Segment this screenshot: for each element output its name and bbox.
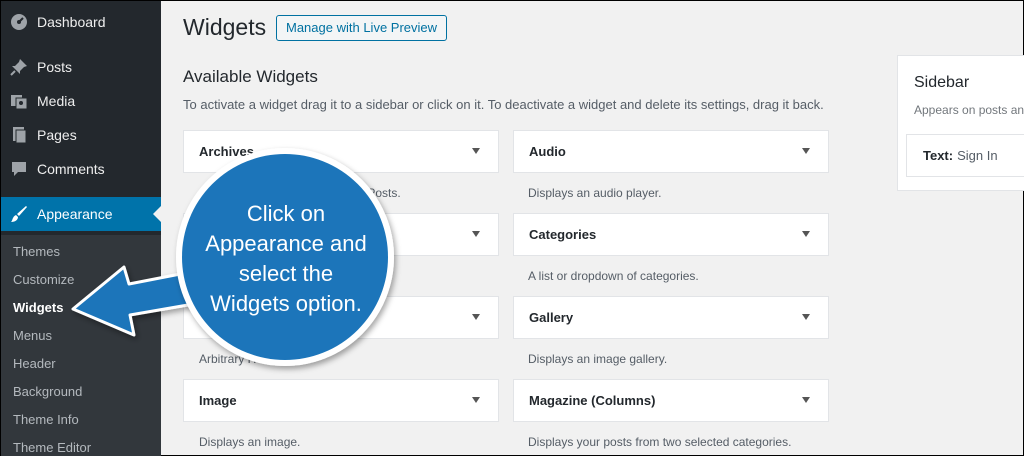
admin-sidebar: Dashboard Posts Media Pages Comments App…	[1, 1, 161, 456]
chevron-down-icon[interactable]	[802, 148, 810, 154]
widget-title: Categories	[529, 227, 597, 242]
chevron-down-icon[interactable]	[802, 314, 810, 320]
sidebar-widget-title: Sign In	[957, 148, 998, 163]
callout-line: Click on	[246, 201, 326, 226]
chevron-down-icon[interactable]	[472, 148, 480, 154]
sidebar-widget-type: Text:	[923, 148, 954, 163]
submenu-customize[interactable]: Customize	[13, 270, 74, 290]
widget-audio-desc: Displays an audio player.	[528, 186, 662, 200]
brush-icon	[9, 204, 29, 224]
comment-icon	[9, 159, 29, 179]
live-preview-button[interactable]: Manage with Live Preview	[276, 15, 448, 41]
page-title: Widgets	[183, 14, 267, 40]
submenu-background[interactable]: Background	[13, 382, 82, 402]
menu-pages[interactable]: Pages	[1, 118, 161, 152]
pages-icon	[9, 125, 29, 145]
pin-icon	[9, 57, 29, 77]
widget-categories[interactable]: Categories	[513, 213, 829, 256]
callout-line: select the	[238, 261, 334, 286]
menu-posts-label: Posts	[37, 59, 73, 75]
appearance-submenu: Themes Customize Widgets Menus Header Ba…	[1, 235, 161, 456]
menu-media[interactable]: Media	[1, 84, 161, 118]
submenu-theme-info[interactable]: Theme Info	[13, 410, 79, 430]
media-icon	[9, 91, 29, 111]
widget-gallery-desc: Displays an image gallery.	[528, 352, 668, 366]
menu-appearance[interactable]: Appearance	[1, 197, 161, 231]
widget-archives[interactable]: Archives	[183, 130, 499, 173]
chevron-down-icon[interactable]	[802, 397, 810, 403]
callout-line: Widgets option.	[210, 291, 362, 316]
available-widgets-description: To activate a widget drag it to a sideba…	[183, 97, 824, 112]
sidebar-widget-area[interactable]: Sidebar Appears on posts and pages Text:…	[897, 55, 1024, 191]
menu-comments[interactable]: Comments	[1, 152, 161, 186]
menu-dashboard[interactable]: Dashboard	[1, 5, 161, 39]
chevron-down-icon[interactable]	[802, 231, 810, 237]
menu-pages-label: Pages	[37, 127, 77, 143]
widget-magazine-columns-desc: Displays your posts from two selected ca…	[528, 435, 792, 449]
callout-line: Appearance and	[205, 231, 367, 256]
chevron-down-icon[interactable]	[472, 397, 480, 403]
widget-title: Archives	[199, 144, 254, 159]
sidebar-area-description: Appears on posts and pages	[914, 103, 1024, 117]
sidebar-area-title: Sidebar	[914, 74, 970, 91]
widget-magazine-columns[interactable]: Magazine (Columns)	[513, 379, 829, 422]
submenu-themes[interactable]: Themes	[13, 242, 60, 262]
widget-audio[interactable]: Audio	[513, 130, 829, 173]
dashboard-icon	[9, 12, 29, 32]
widget-gallery[interactable]: Gallery	[513, 296, 829, 339]
active-indicator	[153, 206, 161, 222]
menu-dashboard-label: Dashboard	[37, 14, 106, 30]
menu-appearance-label: Appearance	[37, 206, 113, 222]
widget-image[interactable]: Image	[183, 379, 499, 422]
callout-text: Click on Appearance and select the Widge…	[191, 199, 381, 319]
widget-image-desc: Displays an image.	[199, 435, 301, 449]
menu-media-label: Media	[37, 93, 76, 109]
submenu-menus[interactable]: Menus	[13, 326, 52, 346]
widget-custom-html-desc: Arbitrary HTML code.	[199, 352, 313, 366]
menu-posts[interactable]: Posts	[1, 50, 161, 84]
widget-title: Image	[199, 393, 237, 408]
submenu-header[interactable]: Header	[13, 354, 56, 374]
submenu-theme-editor[interactable]: Theme Editor	[13, 438, 91, 456]
widget-archives-desc: A monthly archive of your site's Posts.	[199, 186, 401, 200]
menu-comments-label: Comments	[37, 161, 105, 177]
widget-title: Gallery	[529, 310, 574, 325]
sidebar-text-widget[interactable]: Text: Sign In	[906, 134, 1024, 177]
widget-title: Audio	[529, 144, 566, 159]
available-widgets-title: Available Widgets	[183, 67, 318, 86]
widget-categories-desc: A list or dropdown of categories.	[528, 269, 699, 283]
chevron-down-icon[interactable]	[472, 231, 480, 237]
widget-title: Magazine (Columns)	[529, 393, 656, 408]
submenu-widgets[interactable]: Widgets	[13, 298, 63, 318]
chevron-down-icon[interactable]	[472, 314, 480, 320]
